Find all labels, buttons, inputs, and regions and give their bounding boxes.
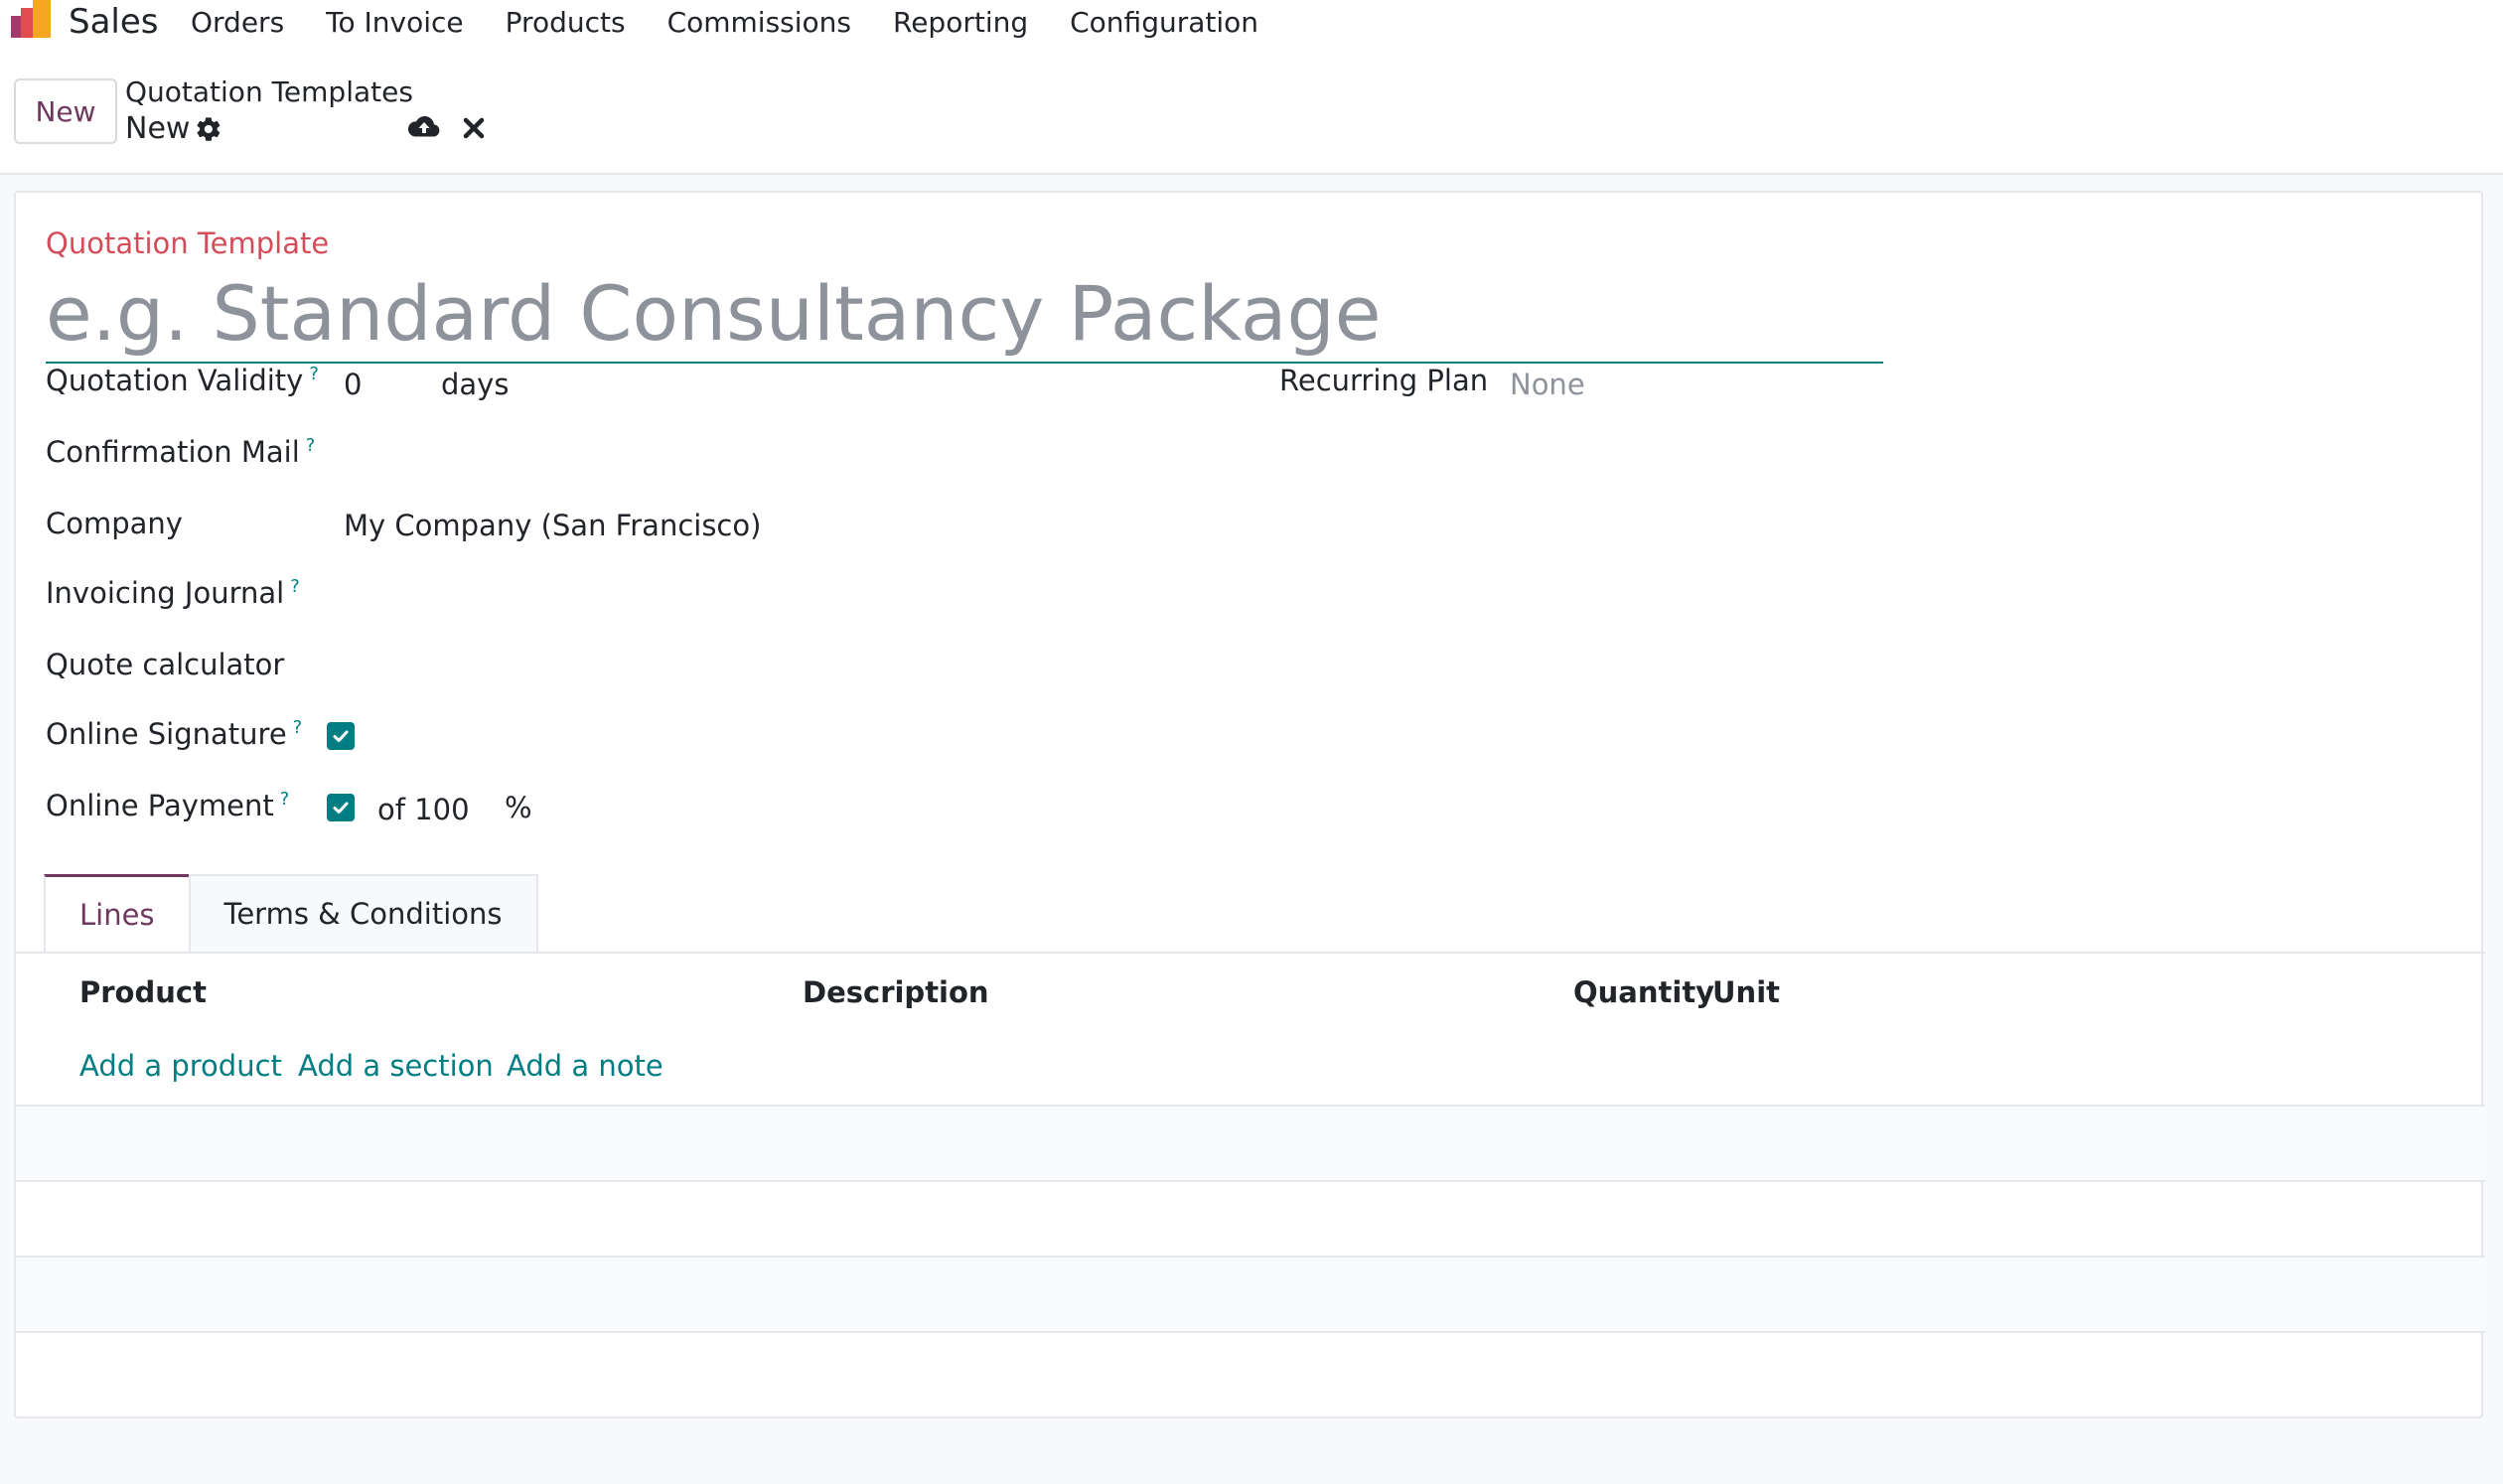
quotation-validity-label: Quotation Validity? [46,364,319,397]
table-row [16,1256,2485,1331]
confirmation-mail-label: Confirmation Mail? [46,435,316,469]
notebook-tabs: Lines Terms & Conditions [44,874,538,952]
online-payment-checkbox[interactable] [327,794,355,821]
add-product-link[interactable]: Add a product [79,1049,282,1083]
online-payment-percent-unit: % [505,791,532,824]
help-tooltip-icon[interactable]: ? [306,435,316,456]
control-panel: New Quotation Templates New [0,46,2503,175]
online-signature-label: Online Signature? [46,717,303,751]
tab-terms-conditions[interactable]: Terms & Conditions [188,874,538,952]
template-name-label: Quotation Template [46,226,330,260]
menu-item-commissions[interactable]: Commissions [667,6,851,39]
table-row [16,1180,2485,1256]
column-header-quantity[interactable]: Quantity [1573,975,1714,1009]
tabs-divider [16,952,2485,954]
menu-item-orders[interactable]: Orders [191,6,284,39]
column-header-product[interactable]: Product [79,975,207,1009]
close-icon[interactable] [461,115,487,141]
gear-icon[interactable] [195,115,222,143]
column-header-unit[interactable]: Unit [1712,975,1780,1009]
form-sheet: Quotation Template Quotation Validity? 0… [14,191,2485,1418]
quotation-validity-unit: days [441,368,510,401]
add-note-link[interactable]: Add a note [507,1049,663,1083]
help-tooltip-icon[interactable]: ? [293,717,303,738]
tab-lines[interactable]: Lines [44,874,189,952]
template-name-input[interactable] [46,264,1883,364]
app-name[interactable]: Sales [69,0,159,44]
add-section-link[interactable]: Add a section [298,1049,494,1083]
checkmark-icon [333,730,349,742]
recurring-plan-input[interactable]: None [1510,368,1585,401]
company-label: Company [46,507,183,540]
top-navbar: Sales Orders To Invoice Products Commiss… [0,0,2503,46]
company-input[interactable]: My Company (San Francisco) [344,509,761,542]
quotation-validity-input[interactable]: 0 [344,368,362,401]
online-payment-percentage-input[interactable]: of 100 [377,793,470,826]
menu-item-to-invoice[interactable]: To Invoice [326,6,463,39]
checkmark-icon [333,802,349,814]
help-tooltip-icon[interactable]: ? [290,576,300,597]
breadcrumb-current: New [125,111,191,146]
menu-item-configuration[interactable]: Configuration [1070,6,1258,39]
cloud-upload-icon[interactable] [407,113,441,141]
sales-app-logo[interactable] [9,0,53,40]
menu-item-products[interactable]: Products [506,6,626,39]
recurring-plan-label: Recurring Plan [1279,364,1489,397]
online-signature-checkbox[interactable] [327,722,355,750]
breadcrumb-parent[interactable]: Quotation Templates [125,75,413,108]
menu-item-reporting[interactable]: Reporting [893,6,1028,39]
invoicing-journal-label: Invoicing Journal? [46,576,300,610]
new-button[interactable]: New [14,78,117,144]
help-tooltip-icon[interactable]: ? [309,364,319,384]
table-row [16,1331,2485,1407]
column-header-description[interactable]: Description [803,975,989,1009]
quote-calculator-label: Quote calculator [46,648,285,681]
help-tooltip-icon[interactable]: ? [280,789,290,810]
main-menu: Orders To Invoice Products Commissions R… [191,0,1300,44]
online-payment-label: Online Payment? [46,789,290,822]
table-row [16,1105,2485,1180]
